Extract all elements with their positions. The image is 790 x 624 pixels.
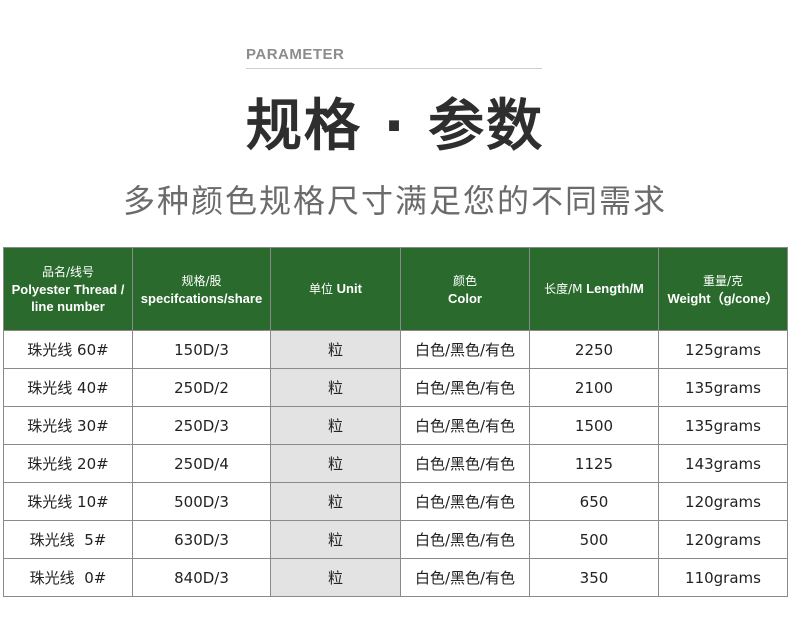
col-header-unit-en: Unit	[336, 281, 362, 296]
col-header-color-en: Color	[448, 290, 482, 306]
cell-spec: 150D/3	[132, 330, 271, 369]
table-row: 珠光线 30# 250D/3 粒 白色/黑色/有色 1500 135grams	[3, 406, 788, 445]
cell-unit: 粒	[270, 368, 401, 407]
cell-spec: 840D/3	[132, 558, 271, 597]
col-header-name-en: Polyester Thread / line number	[11, 282, 125, 314]
table-row: 珠光线 5# 630D/3 粒 白色/黑色/有色 500 120grams	[3, 520, 788, 559]
cell-length: 1500	[529, 406, 659, 445]
cell-name: 珠光线 5#	[3, 520, 133, 559]
col-header-length: 长度/M Length/M	[529, 247, 659, 331]
table-row: 珠光线 20# 250D/4 粒 白色/黑色/有色 1125 143grams	[3, 444, 788, 483]
spec-table: 品名/线号 Polyester Thread / line number 规格/…	[3, 247, 788, 597]
col-header-color: 颜色 Color	[400, 247, 530, 331]
col-header-weight-en: Weight（g/cone）	[667, 290, 779, 306]
cell-length: 500	[529, 520, 659, 559]
table-row: 珠光线 0# 840D/3 粒 白色/黑色/有色 350 110grams	[3, 558, 788, 597]
cell-color: 白色/黑色/有色	[400, 444, 530, 483]
cell-weight: 120grams	[658, 482, 788, 521]
cell-length: 2100	[529, 368, 659, 407]
cell-color: 白色/黑色/有色	[400, 482, 530, 521]
section-eyebrow: PARAMETER	[246, 46, 542, 69]
cell-spec: 250D/3	[132, 406, 271, 445]
cell-weight: 125grams	[658, 330, 788, 369]
cell-color: 白色/黑色/有色	[400, 330, 530, 369]
cell-unit: 粒	[270, 406, 401, 445]
cell-weight: 135grams	[658, 406, 788, 445]
cell-spec: 250D/2	[132, 368, 271, 407]
cell-unit: 粒	[270, 520, 401, 559]
cell-length: 650	[529, 482, 659, 521]
cell-spec: 500D/3	[132, 482, 271, 521]
col-header-spec: 规格/股 specifcations/share	[132, 247, 271, 331]
col-header-spec-en: specifcations/share	[140, 290, 263, 306]
cell-color: 白色/黑色/有色	[400, 558, 530, 597]
header-row: 品名/线号 Polyester Thread / line number 规格/…	[3, 247, 788, 331]
cell-name: 珠光线 60#	[3, 330, 133, 369]
cell-unit: 粒	[270, 558, 401, 597]
cell-color: 白色/黑色/有色	[400, 520, 530, 559]
col-header-unit: 单位 Unit	[270, 247, 401, 331]
cell-unit: 粒	[270, 330, 401, 369]
col-header-unit-zh: 单位	[309, 282, 334, 296]
cell-weight: 143grams	[658, 444, 788, 483]
cell-weight: 110grams	[658, 558, 788, 597]
cell-spec: 250D/4	[132, 444, 271, 483]
cell-unit: 粒	[270, 482, 401, 521]
spec-table-body: 珠光线 60# 150D/3 粒 白色/黑色/有色 2250 125grams …	[3, 330, 788, 597]
cell-name: 珠光线 30#	[3, 406, 133, 445]
col-header-weight: 重量/克 Weight（g/cone）	[658, 247, 788, 331]
col-header-weight-zh: 重量/克	[702, 273, 744, 288]
cell-name: 珠光线 0#	[3, 558, 133, 597]
cell-weight: 120grams	[658, 520, 788, 559]
spec-table-header: 品名/线号 Polyester Thread / line number 规格/…	[3, 247, 788, 331]
col-header-length-zh: 长度/M	[544, 282, 583, 296]
col-header-name: 品名/线号 Polyester Thread / line number	[3, 247, 133, 331]
cell-length: 350	[529, 558, 659, 597]
page-title: 规格 · 参数	[245, 94, 545, 159]
col-header-length-en: Length/M	[586, 281, 644, 296]
cell-name: 珠光线 40#	[3, 368, 133, 407]
cell-color: 白色/黑色/有色	[400, 368, 530, 407]
cell-color: 白色/黑色/有色	[400, 406, 530, 445]
table-row: 珠光线 40# 250D/2 粒 白色/黑色/有色 2100 135grams	[3, 368, 788, 407]
cell-length: 1125	[529, 444, 659, 483]
cell-length: 2250	[529, 330, 659, 369]
cell-name: 珠光线 20#	[3, 444, 133, 483]
col-header-name-zh: 品名/线号	[41, 265, 95, 279]
col-header-spec-zh: 规格/股	[181, 273, 222, 288]
table-row: 珠光线 60# 150D/3 粒 白色/黑色/有色 2250 125grams	[3, 330, 788, 369]
page-subtitle: 多种颜色规格尺寸满足您的不同需求	[122, 182, 667, 220]
cell-spec: 630D/3	[132, 520, 271, 559]
cell-unit: 粒	[270, 444, 401, 483]
cell-name: 珠光线 10#	[3, 482, 133, 521]
col-header-color-zh: 颜色	[452, 273, 477, 288]
cell-weight: 135grams	[658, 368, 788, 407]
table-row: 珠光线 10# 500D/3 粒 白色/黑色/有色 650 120grams	[3, 482, 788, 521]
